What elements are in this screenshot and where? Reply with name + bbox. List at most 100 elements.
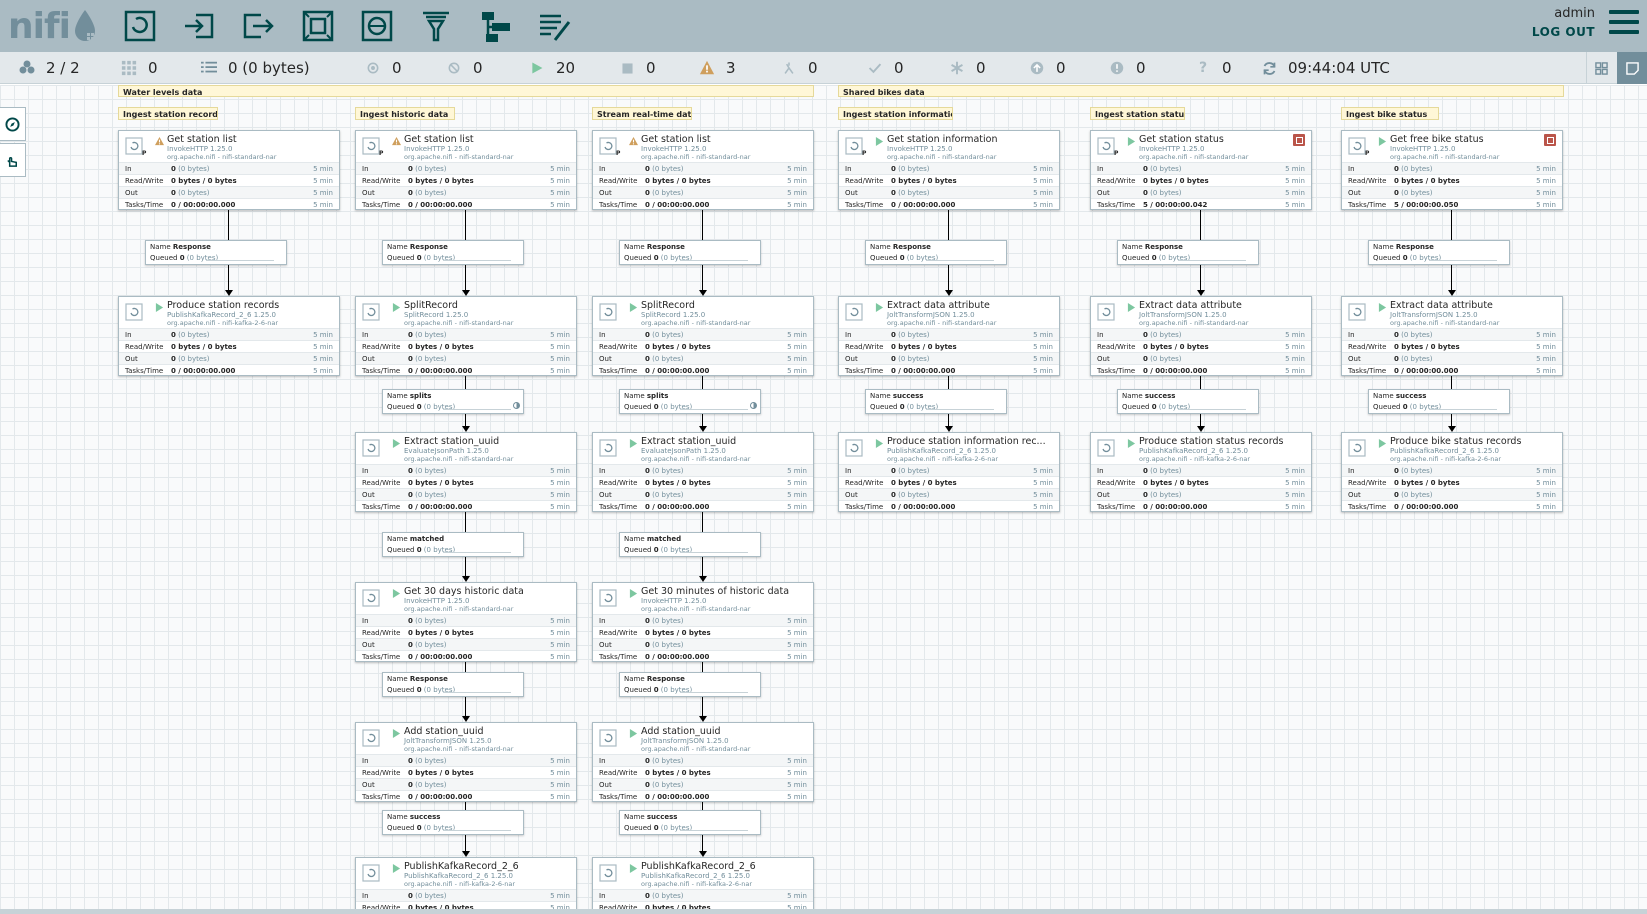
connection-name: Name matched xyxy=(624,535,682,543)
connection-success[interactable]: Name success Queued 0 (0 bytes) xyxy=(1117,389,1259,414)
running-icon xyxy=(629,729,638,738)
label-ingest-historic[interactable]: Ingest historic data xyxy=(355,107,455,120)
processor-c4-produce[interactable]: Produce station information rec... Publis… xyxy=(838,432,1060,512)
refresh-status[interactable]: 09:44:04 UTC xyxy=(1260,59,1390,77)
processor-bundle: org.apache.nifi - nifi-standard-nar xyxy=(887,153,997,161)
processor-c6-get[interactable]: P Get free bike status InvokeHTTP 1.25.0 or… xyxy=(1341,130,1563,210)
warning-icon xyxy=(698,59,716,77)
stat-row-tasks: Tasks/Time 0 / 00:00:00.000 5 min xyxy=(356,500,576,512)
running-icon xyxy=(629,439,638,448)
output-port-icon[interactable] xyxy=(236,4,280,48)
process-group-icon[interactable] xyxy=(296,4,340,48)
processor-type: PublishKafkaRecord_2_6 1.25.0 xyxy=(167,311,276,319)
bulletin-icon[interactable] xyxy=(1544,134,1556,146)
connection-response[interactable]: Name Response Queued 0 (0 bytes) xyxy=(619,672,761,697)
connection-response[interactable]: Name Response Queued 0 (0 bytes) xyxy=(382,672,524,697)
processor-c3-extract[interactable]: Extract station_uuid EvaluateJsonPath 1.2… xyxy=(592,432,814,512)
queue-fill-bar xyxy=(206,260,274,261)
stat-row-tasks: Tasks/Time 0 / 00:00:00.000 5 min xyxy=(1091,500,1311,512)
bulletin-board-icon[interactable] xyxy=(1617,52,1647,84)
label-stream-realtime[interactable]: Stream real-time data xyxy=(592,107,692,120)
connection-response[interactable]: Name Response Queued 0 (0 bytes) xyxy=(145,240,287,265)
processor-c3-pub[interactable]: PublishKafkaRecord_2_6 PublishKafkaRecord… xyxy=(592,857,814,909)
stat-row-in: In 0 (0 bytes) 5 min xyxy=(839,162,1059,174)
connection-matched[interactable]: Name matched Queued 0 (0 bytes) xyxy=(382,532,524,557)
template-icon[interactable] xyxy=(473,4,517,48)
label-ingest-station-status[interactable]: Ingest station status xyxy=(1090,107,1185,120)
processor-c5-get[interactable]: P Get station status InvokeHTTP 1.25.0 org.… xyxy=(1090,130,1312,210)
connection-splits[interactable]: Name splits Queued 0 (0 bytes) xyxy=(619,389,761,414)
label-water-levels[interactable]: Water levels data xyxy=(118,85,814,97)
operate-palette-toggle-icon[interactable] xyxy=(0,143,26,177)
processor-c5-produce[interactable]: Produce station status records PublishKaf… xyxy=(1090,432,1312,512)
stat-row-in: In 0 (0 bytes) 5 min xyxy=(1091,328,1311,340)
processor-c1-get[interactable]: P Get station list InvokeHTTP 1.25.0 org.ap… xyxy=(118,130,340,210)
connection-response[interactable]: Name Response Queued 0 (0 bytes) xyxy=(382,240,524,265)
processor-stats: In 0 (0 bytes) 5 min Read/Write 0 bytes / 0… xyxy=(119,328,339,376)
processor-icon[interactable] xyxy=(118,4,162,48)
stat-row-in: In 0 (0 bytes) 5 min xyxy=(593,614,813,626)
label-icon[interactable] xyxy=(532,4,576,48)
processor-c1-produce[interactable]: Produce station records PublishKafkaRecor… xyxy=(118,296,340,376)
stat-row-in: In 0 (0 bytes) 5 min xyxy=(1342,162,1562,174)
processor-c4-get[interactable]: P Get station information InvokeHTTP 1.25.… xyxy=(838,130,1060,210)
running-icon xyxy=(629,303,638,312)
processor-c2-extract[interactable]: Extract station_uuid EvaluateJsonPath 1.2… xyxy=(355,432,577,512)
connection-matched[interactable]: Name matched Queued 0 (0 bytes) xyxy=(619,532,761,557)
processor-c5-extract[interactable]: Extract data attribute JoltTransformJSON … xyxy=(1090,296,1312,376)
flow-canvas[interactable]: Water levels data Shared bikes data Inge… xyxy=(0,85,1647,909)
running-icon xyxy=(392,864,401,873)
connection-response[interactable]: Name Response Queued 0 (0 bytes) xyxy=(1117,240,1259,265)
funnel-icon[interactable] xyxy=(414,4,458,48)
birdseye-toggle-icon[interactable] xyxy=(1586,52,1616,84)
connection-success[interactable]: Name success Queued 0 (0 bytes) xyxy=(619,810,761,835)
stat-row-read-write: Read/Write 0 bytes / 0 bytes 5 min xyxy=(1342,340,1562,352)
label-shared-bikes[interactable]: Shared bikes data xyxy=(838,85,1564,97)
global-menu-icon[interactable] xyxy=(1609,10,1639,38)
connection-success[interactable]: Name success Queued 0 (0 bytes) xyxy=(382,810,524,835)
stat-row-in: In 0 (0 bytes) 5 min xyxy=(1342,464,1562,476)
processor-c3-split[interactable]: SplitRecord SplitRecord 1.25.0 org.apache.… xyxy=(592,296,814,376)
connection-splits[interactable]: Name splits Queued 0 (0 bytes) xyxy=(382,389,524,414)
processor-stats: In 0 (0 bytes) 5 min Read/Write 0 bytes / 0… xyxy=(356,328,576,376)
processor-c2-get[interactable]: P Get station list InvokeHTTP 1.25.0 org.ap… xyxy=(355,130,577,210)
canvas-bottom-border xyxy=(0,909,1647,914)
processor-type-icon xyxy=(362,439,380,457)
processor-stats: In 0 (0 bytes) 5 min Read/Write 0 bytes / 0… xyxy=(356,464,576,512)
processor-c3-hist[interactable]: Get 30 minutes of historic data InvokeHTT… xyxy=(592,582,814,662)
remote-process-group-icon[interactable] xyxy=(355,4,399,48)
input-port-icon[interactable] xyxy=(177,4,221,48)
stat-row-in: In 0 (0 bytes) 5 min xyxy=(593,162,813,174)
processor-bundle: org.apache.nifi - nifi-standard-nar xyxy=(1390,153,1500,161)
label-ingest-station-records[interactable]: Ingest station records xyxy=(118,107,218,120)
logout-link[interactable]: LOG OUT xyxy=(1532,25,1595,39)
processor-c3-add[interactable]: Add station_uuid JoltTransformJSON 1.25.0… xyxy=(592,722,814,802)
processor-type-icon xyxy=(1097,439,1115,457)
processor-c6-extract[interactable]: Extract data attribute JoltTransformJSON … xyxy=(1341,296,1563,376)
label-ingest-station-info[interactable]: Ingest station information xyxy=(838,107,953,120)
processor-c2-pub[interactable]: PublishKafkaRecord_2_6 PublishKafkaRecord… xyxy=(355,857,577,909)
label-ingest-bike-status[interactable]: Ingest bike status xyxy=(1341,107,1439,120)
processor-c3-get[interactable]: P Get station list InvokeHTTP 1.25.0 org.ap… xyxy=(592,130,814,210)
processor-stats: In 0 (0 bytes) 5 min Read/Write 0 bytes / 0… xyxy=(119,162,339,210)
connection-success[interactable]: Name success Queued 0 (0 bytes) xyxy=(1368,389,1510,414)
connection-success[interactable]: Name success Queued 0 (0 bytes) xyxy=(865,389,1007,414)
connection-response[interactable]: Name Response Queued 0 (0 bytes) xyxy=(1368,240,1510,265)
stat-row-tasks: Tasks/Time 0 / 00:00:00.000 5 min xyxy=(593,198,813,210)
processor-stats: In 0 (0 bytes) 5 min Read/Write 0 bytes / 0… xyxy=(1091,464,1311,512)
queue-fill-bar xyxy=(926,260,994,261)
connection-response[interactable]: Name Response Queued 0 (0 bytes) xyxy=(865,240,1007,265)
processor-type-icon xyxy=(845,303,863,321)
stat-row-out: Out 0 (0 bytes) 5 min xyxy=(593,638,813,650)
processor-bundle: org.apache.nifi - nifi-standard-nar xyxy=(1139,319,1249,327)
processor-c2-hist[interactable]: Get 30 days historic data InvokeHTTP 1.25… xyxy=(355,582,577,662)
refresh-icon[interactable] xyxy=(1260,59,1278,77)
processor-c2-split[interactable]: SplitRecord SplitRecord 1.25.0 org.apache.… xyxy=(355,296,577,376)
bulletin-icon[interactable] xyxy=(1293,134,1305,146)
connection-response[interactable]: Name Response Queued 0 (0 bytes) xyxy=(619,240,761,265)
cluster-status: 2 / 2 xyxy=(18,59,80,77)
processor-c4-extract[interactable]: Extract data attribute JoltTransformJSON … xyxy=(838,296,1060,376)
processor-c6-produce[interactable]: Produce bike status records PublishKafkaR… xyxy=(1341,432,1563,512)
navigate-palette-toggle-icon[interactable] xyxy=(0,107,26,141)
processor-c2-add[interactable]: Add station_uuid JoltTransformJSON 1.25.0… xyxy=(355,722,577,802)
